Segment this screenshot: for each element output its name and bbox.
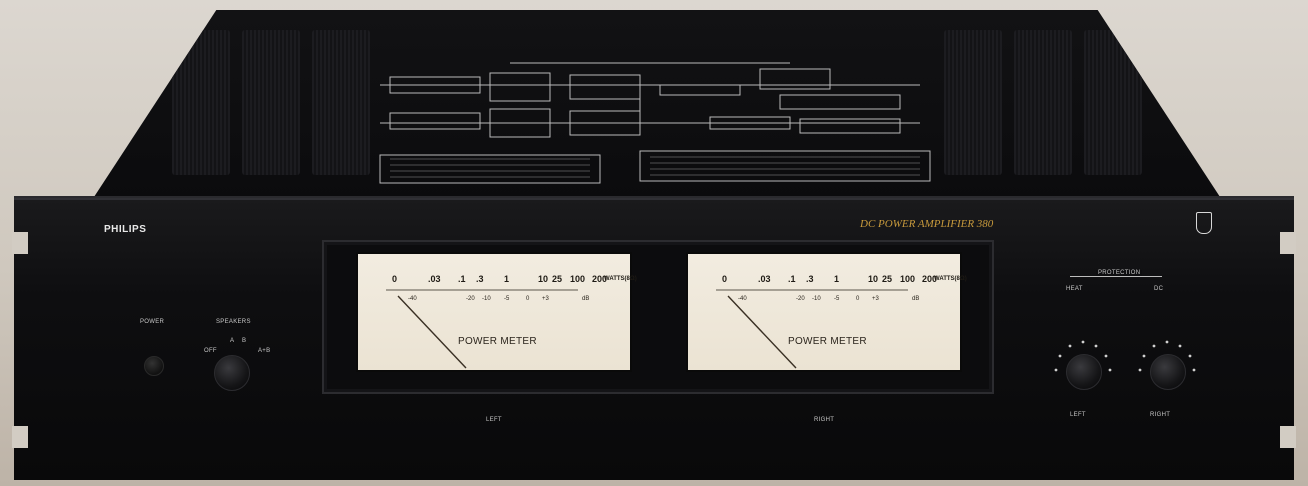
rack-ear-notch <box>1280 232 1296 254</box>
speaker-position-a: A <box>230 338 235 344</box>
brand-logo-text: PHILIPS <box>104 224 147 235</box>
left-watts-unit: WATTS(8Ω) <box>604 276 637 282</box>
left-db-scale: -40 -20 -10 -5 0 +3 dB <box>408 296 628 306</box>
left-db-tick-label: -40 <box>408 296 417 302</box>
right-watts-tick-label: 100 <box>900 274 916 284</box>
speaker-selector-knob[interactable] <box>214 355 250 391</box>
right-db-tick-label: 0 <box>856 296 860 302</box>
right-meter-needle <box>727 295 797 369</box>
left-watts-tick-label: 10 <box>538 274 549 284</box>
right-meter-caption: POWER METER <box>788 336 867 347</box>
rack-ear-notch <box>12 426 28 448</box>
right-knob-label: RIGHT <box>1150 412 1171 418</box>
right-watts-tick-label: 10 <box>868 274 879 284</box>
speaker-position-off: OFF <box>204 348 217 354</box>
left-meter-needle <box>397 295 467 369</box>
left-db-tick-label: +3 <box>542 296 549 302</box>
left-knob-label: LEFT <box>1070 412 1086 418</box>
right-watts-tick-label: 0 <box>722 274 728 284</box>
left-watts-tick-label: 100 <box>570 274 586 284</box>
left-db-tick-label: -20 <box>466 296 475 302</box>
left-db-tick-label: dB <box>582 296 590 302</box>
left-watts-tick-label: .3 <box>476 274 484 284</box>
philips-shield-icon <box>1196 212 1212 234</box>
left-db-tick-label: -10 <box>482 296 491 302</box>
left-watts-tick-label: 1 <box>504 274 510 284</box>
protection-bracket <box>1070 276 1162 277</box>
right-watts-tick-label: .3 <box>806 274 814 284</box>
speaker-position-b: B <box>242 338 247 344</box>
right-watts-tick-label: .1 <box>788 274 796 284</box>
right-db-tick-label: +3 <box>872 296 879 302</box>
vent-slot <box>1014 30 1072 175</box>
block-diagram-artwork <box>379 62 931 184</box>
right-watts-unit: WATTS(8Ω) <box>934 276 967 282</box>
model-name: DC POWER AMPLIFIER 380 <box>860 218 994 230</box>
right-watts-tick-label: .03 <box>758 274 771 284</box>
right-db-scale: -40 -20 -10 -5 0 +3 dB <box>738 296 958 306</box>
left-channel-label: LEFT <box>486 417 502 423</box>
left-watts-tick-label: .1 <box>458 274 466 284</box>
power-label: POWER <box>140 319 165 325</box>
left-watts-scale: 0.03.1.3 1 10 25 100 200 WATTS(8Ω) <box>380 274 637 288</box>
left-meter-caption: POWER METER <box>458 336 537 347</box>
left-db-tick-label: 0 <box>526 296 530 302</box>
right-db-tick-label: -40 <box>738 296 747 302</box>
right-db-tick-label: -5 <box>834 296 840 302</box>
right-db-tick-label: -20 <box>796 296 805 302</box>
rack-ear-notch <box>12 232 28 254</box>
right-power-meter: 0.03.1.3 1 10 25 100 200 WATTS(8Ω) -40 -20 -10 -5… <box>686 252 967 372</box>
right-channel-label: RIGHT <box>814 417 835 423</box>
knob-dot-rings <box>1054 340 1196 372</box>
vent-slot <box>242 30 300 175</box>
right-watts-scale: 0.03.1.3 1 10 25 100 200 WATTS(8Ω) <box>710 274 967 288</box>
left-power-meter: 0.03.1.3 1 10 25 100 200 WATTS(8Ω) -40 -20 -10 -5… <box>356 252 637 372</box>
power-button[interactable] <box>144 356 164 376</box>
left-watts-tick-label: .03 <box>428 274 441 284</box>
right-watts-tick-label: 1 <box>834 274 840 284</box>
left-watts-tick-label: 0 <box>392 274 398 284</box>
speaker-position-ab: A+B <box>258 348 271 354</box>
protection-heat-label: HEAT <box>1066 286 1083 292</box>
rack-ear-notch <box>1280 426 1296 448</box>
right-meter-scale <box>716 289 908 369</box>
left-meter-scale <box>386 289 578 369</box>
right-db-tick-label: -10 <box>812 296 821 302</box>
protection-label: PROTECTION <box>1096 270 1143 276</box>
right-db-tick-label: dB <box>912 296 920 302</box>
speakers-label: SPEAKERS <box>216 319 251 325</box>
right-watts-tick-label: 25 <box>882 274 893 284</box>
left-watts-tick-label: 25 <box>552 274 563 284</box>
left-db-tick-label: -5 <box>504 296 510 302</box>
protection-dc-label: DC <box>1154 286 1164 292</box>
